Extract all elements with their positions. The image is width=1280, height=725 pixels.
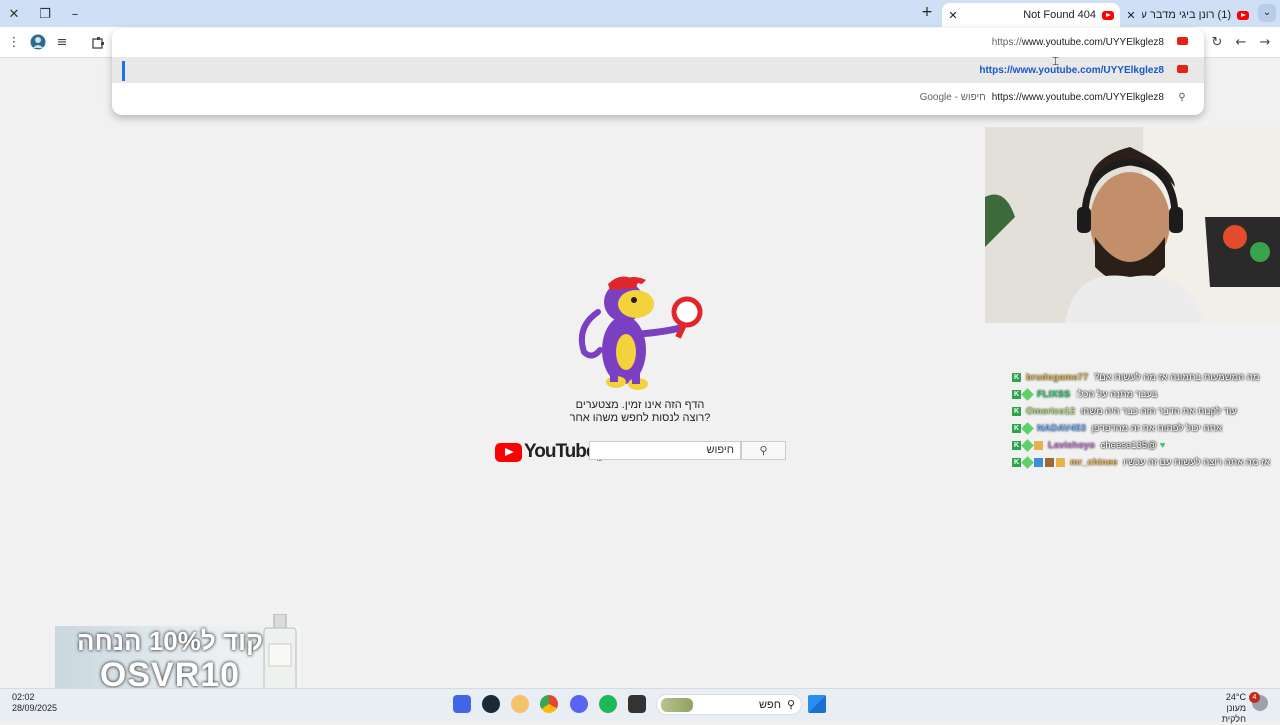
chat-message: K brudogame77: מה המשמעות בתמונה אז מה ל… xyxy=(1012,372,1260,383)
taskbar-search[interactable]: ⚲ חפש xyxy=(656,694,802,715)
chat-message: K Omerico12: עוד לקנות את הדבר הזה כבר ה… xyxy=(1012,406,1237,417)
kick-badge-icon: K xyxy=(1012,424,1021,433)
error-line-1: הדף הזה אינו זמין. מצטערים xyxy=(575,399,705,411)
selection-indicator xyxy=(122,61,125,81)
search-icon: ⚲ xyxy=(786,698,795,711)
kick-badge-icon: K xyxy=(1012,458,1021,467)
youtube-icon xyxy=(1174,36,1190,48)
mouse-cursor-icon: ⌶ xyxy=(1052,54,1060,68)
diamond-badge-icon xyxy=(1021,456,1034,469)
reload-icon[interactable]: ↻ xyxy=(1207,32,1227,52)
kick-badge-icon: K xyxy=(1012,373,1021,382)
tab-active[interactable]: 404 Not Found ✕ xyxy=(942,3,1120,27)
close-tab-icon[interactable]: ✕ xyxy=(946,9,960,22)
steam-icon[interactable] xyxy=(482,695,500,713)
app-icon-roblox[interactable] xyxy=(453,695,471,713)
youtube-icon xyxy=(1174,64,1190,76)
close-window-button[interactable]: ✕ xyxy=(4,4,24,24)
chat-message: K NADAV453: אתה יכול לפתוח את זה מהדפדפן xyxy=(1012,422,1223,435)
back-icon[interactable]: → xyxy=(1255,32,1275,52)
monkey-illustration xyxy=(578,276,703,390)
notification-badge[interactable]: 4 xyxy=(1249,692,1260,703)
error-line-2: ?רוצה לנסות לחפש משהו אחר xyxy=(569,412,711,424)
diamond-badge-icon xyxy=(1021,422,1034,435)
error-message: הדף הזה אינו זמין. מצטערים ?רוצה לנסות ל… xyxy=(540,399,740,425)
youtube-icon xyxy=(1237,10,1249,20)
stream-chat: K brudogame77: מה המשמעות בתמונה אז מה ל… xyxy=(1012,369,1280,471)
app-icon-dark[interactable] xyxy=(628,695,646,713)
search-icon: ⚲ xyxy=(759,444,768,457)
close-tab-icon[interactable]: ✕ xyxy=(1124,9,1138,22)
youtube-icon xyxy=(1102,10,1114,20)
search-button[interactable]: ⚲ xyxy=(741,441,786,460)
app-icon-orange[interactable] xyxy=(511,695,529,713)
windows-start-icon[interactable] xyxy=(808,695,826,713)
kick-badge-icon: K xyxy=(1012,407,1021,416)
discord-icon[interactable] xyxy=(570,695,588,713)
extensions-icon[interactable] xyxy=(88,32,108,52)
streamer-webcam xyxy=(985,127,1280,323)
shield-badge-icon xyxy=(1034,458,1043,467)
youtube-play-icon xyxy=(495,442,522,462)
tab-search-chevron-icon[interactable]: ⌄ xyxy=(1258,4,1276,22)
menu-dots-icon[interactable]: ⋮ xyxy=(4,32,24,52)
spotify-icon[interactable] xyxy=(599,695,617,713)
restore-window-button[interactable]: ❐ xyxy=(35,4,55,24)
profile-avatar[interactable] xyxy=(28,32,48,52)
taskbar-search-label: חפש xyxy=(758,698,781,711)
minimize-window-button[interactable]: – xyxy=(65,4,85,24)
green-heart-icon: ♥ xyxy=(1159,440,1166,451)
chat-message: K FLIXSS: בעבר מתנה על הכל: xyxy=(1012,388,1158,401)
tab-inactive[interactable]: (1) רונן ביגי מדבר על אסבר - ... ✕ xyxy=(1120,3,1255,27)
kick-badge-icon: K xyxy=(1012,441,1021,450)
suggestion-search[interactable]: Google - חיפוש https://www.youtube.com/UY… xyxy=(122,84,1190,110)
chat-message: K mr_chinee: אז מה אתה רוצה לעשות עם זה … xyxy=(1012,456,1271,469)
omnibox-input[interactable]: https://www.youtube.com/UYYElkglez8 xyxy=(122,29,1190,55)
chat-message: K Laviehoyo: @cheese135 ♥ xyxy=(1012,439,1166,452)
clock[interactable]: 02:02 28/09/2025 xyxy=(12,692,57,714)
media-controls-icon[interactable]: ≡ xyxy=(52,32,72,52)
diamond-badge-icon xyxy=(1021,388,1034,401)
tab-title: 404 Not Found xyxy=(1023,9,1096,21)
weather-widget[interactable]: 24°C מעונן חלקית xyxy=(1202,692,1246,725)
kick-badge-icon: K xyxy=(1012,390,1021,399)
gift-badge-icon xyxy=(1034,441,1043,450)
sword-badge-icon xyxy=(1045,458,1054,467)
promo-line-1: קוד ל10% הנחה xyxy=(77,626,263,656)
chrome-icon[interactable] xyxy=(540,695,558,713)
diamond-badge-icon xyxy=(1021,439,1034,452)
search-highlight-image xyxy=(661,697,693,712)
omnibox-dropdown: https://www.youtube.com/UYYElkglez8 http… xyxy=(112,28,1204,115)
gift-badge-icon xyxy=(1056,458,1065,467)
forward-icon[interactable]: ← xyxy=(1231,32,1251,52)
search-icon: ⚲ xyxy=(1178,91,1186,103)
tab-title: (1) רונן ביגי מדבר על אסבר - ... xyxy=(1142,9,1231,21)
search-input[interactable]: חיפוש xyxy=(589,441,741,460)
youtube-logo[interactable]: YouTube IL xyxy=(495,441,602,463)
suggestion-url[interactable]: https://www.youtube.com/UYYElkglez8 xyxy=(112,57,1204,83)
new-tab-button[interactable]: + xyxy=(918,4,936,22)
